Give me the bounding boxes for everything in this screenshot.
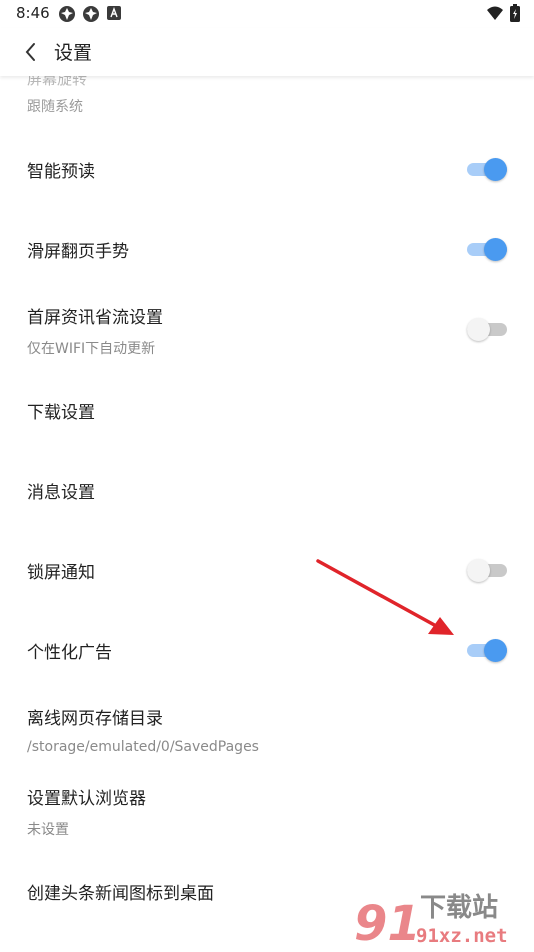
settings-item-title: 滑屏翻页手势 (27, 242, 129, 262)
settings-item-swipe-gesture[interactable]: 滑屏翻页手势 (0, 210, 534, 290)
watermark-domain: 91xz.net (416, 925, 508, 947)
settings-item-default-browser[interactable]: 设置默认浏览器 未设置 (0, 770, 534, 850)
settings-item-title: 屏幕旋转 (27, 76, 88, 88)
status-icons-right (486, 4, 520, 22)
settings-item-title: 创建头条新闻图标到桌面 (27, 884, 214, 904)
settings-item-title: 个性化广告 (27, 643, 112, 663)
settings-item-smart-preload[interactable]: 智能预读 (0, 130, 534, 210)
status-time: 8:46 (16, 4, 50, 22)
personalized-ads-toggle[interactable] (467, 639, 507, 662)
status-bar: 8:46 (0, 0, 534, 28)
toggle-thumb (467, 559, 490, 582)
settings-item-title: 锁屏通知 (27, 563, 95, 583)
toggle-thumb (467, 318, 490, 341)
settings-item-messages[interactable]: 消息设置 (0, 450, 534, 530)
settings-item-subtitle: 跟随系统 (27, 99, 83, 115)
back-button[interactable] (18, 38, 46, 66)
back-chevron-icon (25, 43, 35, 61)
battery-icon (510, 4, 520, 22)
status-icons-left (58, 5, 122, 23)
wifi-icon (487, 6, 503, 20)
settings-item-subtitle: 仅在WIFI下自动更新 (27, 341, 156, 357)
settings-item-offline-storage[interactable]: 离线网页存储目录 /storage/emulated/0/SavedPages (0, 690, 534, 770)
smart-preload-toggle[interactable] (467, 158, 507, 181)
settings-item-screen-rotation[interactable]: 屏幕旋转 跟随系统 (0, 76, 534, 138)
watermark-logo: 91 (354, 896, 421, 948)
notification-icon (83, 6, 99, 22)
settings-item-data-saver[interactable]: 首屏资讯省流设置 仅在WIFI下自动更新 (0, 290, 534, 370)
settings-item-download[interactable]: 下载设置 (0, 370, 534, 450)
settings-item-subtitle: /storage/emulated/0/SavedPages (27, 739, 259, 755)
page-title: 设置 (54, 42, 93, 64)
settings-item-title: 消息设置 (27, 483, 95, 503)
toggle-thumb (484, 158, 507, 181)
toggle-thumb (484, 238, 507, 261)
settings-item-title: 智能预读 (27, 162, 95, 182)
watermark-name: 下载站 (420, 893, 498, 923)
watermark-logo-icon: 91 下载站 91xz.net (354, 893, 508, 952)
settings-item-title: 下载设置 (27, 403, 95, 423)
settings-item-subtitle: 未设置 (27, 822, 69, 838)
settings-item-title: 设置默认浏览器 (27, 789, 146, 809)
notification-icon (59, 6, 75, 22)
app-header: 设置 (0, 28, 534, 76)
site-watermark: 91 下载站 91xz.net (350, 888, 530, 952)
lockscreen-notification-toggle[interactable] (467, 559, 507, 582)
swipe-gesture-toggle[interactable] (467, 238, 507, 261)
settings-item-title: 离线网页存储目录 (27, 709, 163, 729)
annotation-arrow-icon (316, 559, 454, 635)
data-saver-toggle[interactable] (467, 318, 507, 341)
app-a-icon (107, 6, 121, 20)
toggle-thumb (484, 639, 507, 662)
settings-item-title: 首屏资讯省流设置 (27, 308, 163, 328)
